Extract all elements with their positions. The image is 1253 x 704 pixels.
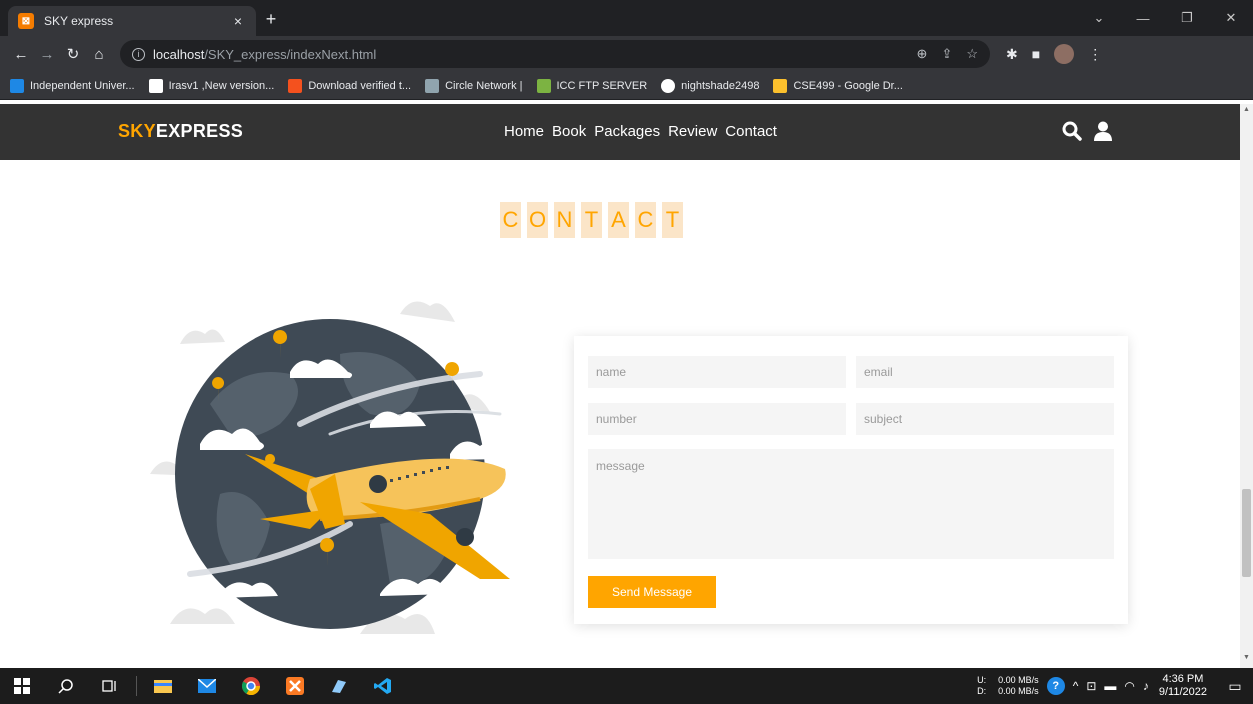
task-view-icon[interactable] [88, 668, 132, 704]
scroll-down-icon[interactable]: ▼ [1240, 654, 1253, 666]
bookmark-item[interactable]: Circle Network | [425, 78, 523, 93]
extensions-icon[interactable]: ✱ [1006, 46, 1018, 63]
bookmark-item[interactable]: CSE499 - Google Dr... [773, 78, 903, 93]
number-input[interactable] [588, 403, 846, 435]
address-bar[interactable]: i localhost/SKY_express/indexNext.html ⊕… [120, 40, 990, 68]
browser-toolbar: ← → ↻ ⌂ i localhost/SKY_express/indexNex… [0, 36, 1253, 72]
bookmark-star-icon[interactable]: ☆ [966, 46, 978, 62]
info-icon[interactable]: i [132, 47, 145, 61]
heading-letter: C [635, 202, 656, 238]
tab-title: SKY express [44, 14, 114, 28]
usb-icon[interactable]: ⊡ [1086, 679, 1096, 693]
github-icon [661, 78, 676, 93]
site-nav: Home Book Packages Review Contact [504, 123, 777, 140]
xampp-icon[interactable] [273, 668, 317, 704]
share-icon[interactable]: ⇪ [941, 46, 952, 62]
bookmarks-bar: Independent Univer... Irasv1 ,New versio… [0, 72, 1253, 100]
window-close-icon[interactable]: ✕ [1209, 0, 1253, 36]
help-icon[interactable]: ? [1046, 677, 1065, 695]
url-path: /SKY_express/indexNext.html [204, 46, 377, 62]
vscode-icon[interactable] [361, 668, 405, 704]
forward-icon[interactable]: → [34, 46, 60, 63]
system-tray: U: D: 0.00 MB/s 0.00 MB/s ? ^ ⊡ ▬ ◠ ♪ 4:… [977, 668, 1253, 704]
profile-avatar[interactable] [1054, 44, 1075, 64]
menu-icon[interactable]: ⋮ [1088, 46, 1102, 63]
taskbar-clock[interactable]: 4:36 PM 9/11/2022 [1159, 673, 1207, 699]
heading-letter: C [500, 202, 521, 238]
site-logo[interactable]: SKYEXPRESS [118, 121, 243, 142]
email-input[interactable] [856, 356, 1114, 388]
section-heading-contact: C O N T A C T [500, 202, 683, 238]
subject-input[interactable] [856, 403, 1114, 435]
bookmark-favicon-icon [288, 78, 303, 93]
name-input[interactable] [588, 356, 846, 388]
bookmark-item[interactable]: Download verified t... [288, 78, 411, 93]
bookmark-item[interactable]: ICC FTP SERVER [536, 78, 647, 93]
browser-tabstrip: ⊠ SKY express × + ⌄ — ❐ ✕ [0, 0, 1253, 36]
windows-taskbar: U: D: 0.00 MB/s 0.00 MB/s ? ^ ⊡ ▬ ◠ ♪ 4:… [0, 668, 1253, 704]
nav-link-packages[interactable]: Packages [594, 123, 660, 140]
heading-letter: N [554, 202, 575, 238]
message-textarea[interactable] [588, 449, 1114, 559]
bookmark-favicon-icon [536, 78, 551, 93]
chrome-icon[interactable] [229, 668, 273, 704]
notification-icon[interactable]: ▭ [1217, 668, 1253, 704]
page-viewport: SKYEXPRESS Home Book Packages Review Con… [0, 104, 1240, 668]
heading-letter: A [608, 202, 629, 238]
nav-link-review[interactable]: Review [668, 123, 717, 140]
bookmark-item[interactable]: Independent Univer... [10, 78, 135, 93]
window-controls: ⌄ — ❐ ✕ [1077, 0, 1253, 36]
chevron-up-icon[interactable]: ^ [1073, 679, 1079, 693]
url-host: localhost [153, 46, 205, 62]
taskbar-separator [136, 676, 137, 696]
heading-letter: O [527, 202, 548, 238]
net-labels: U: D: [977, 675, 987, 696]
back-icon[interactable]: ← [8, 46, 34, 63]
mail-icon[interactable] [185, 668, 229, 704]
nav-link-home[interactable]: Home [504, 123, 544, 140]
search-icon[interactable] [1062, 121, 1082, 141]
scroll-up-icon[interactable]: ▲ [1240, 106, 1253, 118]
new-tab-button[interactable]: + [262, 10, 280, 28]
site-header: SKYEXPRESS Home Book Packages Review Con… [0, 104, 1240, 160]
bookmark-item[interactable]: nightshade2498 [661, 78, 759, 93]
tab-search-icon[interactable]: ⌄ [1077, 0, 1121, 36]
side-panel-icon[interactable]: ■ [1032, 46, 1040, 62]
search-icon[interactable] [44, 668, 88, 704]
browser-tab[interactable]: ⊠ SKY express × [8, 6, 256, 36]
xampp-icon: ⊠ [18, 13, 34, 29]
page-scrollbar[interactable]: ▲ ▼ [1240, 104, 1253, 668]
google-drive-icon [773, 78, 788, 93]
scrollbar-thumb[interactable] [1242, 489, 1251, 577]
minimize-icon[interactable]: — [1121, 0, 1165, 36]
home-icon[interactable]: ⌂ [86, 46, 112, 63]
send-message-button[interactable]: Send Message [588, 576, 716, 608]
nav-link-book[interactable]: Book [552, 123, 586, 140]
nav-link-contact[interactable]: Contact [725, 123, 777, 140]
heading-letter: T [662, 202, 683, 238]
volume-icon[interactable]: ♪ [1143, 679, 1149, 693]
zoom-icon[interactable]: ⊕ [917, 46, 928, 62]
battery-icon[interactable]: ▬ [1104, 679, 1116, 693]
contact-form: Send Message [574, 336, 1128, 624]
bookmark-favicon-icon [425, 78, 440, 93]
bookmark-item[interactable]: Irasv1 ,New version... [148, 78, 274, 93]
network-speed: 0.00 MB/s 0.00 MB/s [998, 675, 1039, 696]
app-icon[interactable] [317, 668, 361, 704]
wifi-icon[interactable]: ◠ [1124, 679, 1134, 693]
bookmark-favicon-icon [10, 78, 24, 93]
user-icon[interactable] [1094, 121, 1112, 141]
restore-icon[interactable]: ❐ [1165, 0, 1209, 36]
windows-start-icon[interactable] [0, 668, 44, 704]
close-icon[interactable]: × [230, 13, 246, 29]
bookmark-favicon-icon [148, 78, 163, 93]
file-explorer-icon[interactable] [141, 668, 185, 704]
reload-icon[interactable]: ↻ [60, 45, 86, 63]
globe-airplane-illustration [150, 301, 510, 634]
heading-letter: T [581, 202, 602, 238]
